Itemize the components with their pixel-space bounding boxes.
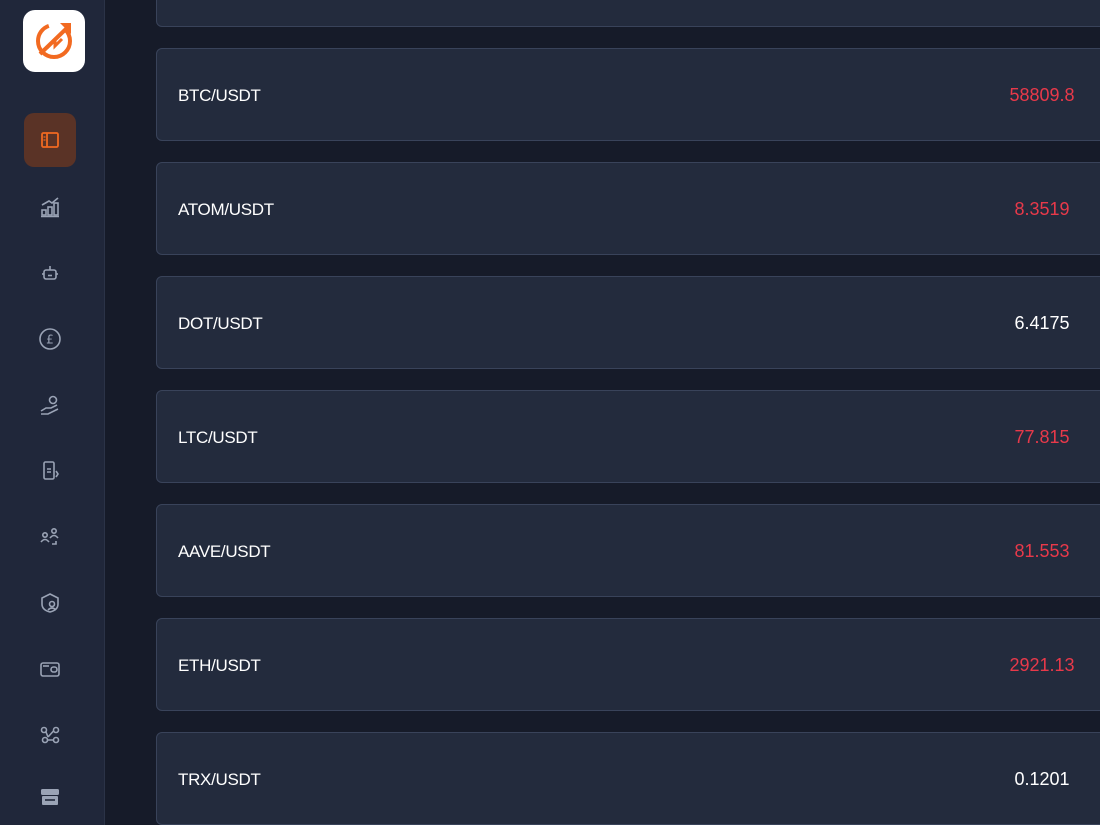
market-row[interactable]: LTC/USDT 77.815: [156, 390, 1100, 483]
shield-user-icon: [41, 593, 59, 613]
hand-coin-icon: [40, 395, 59, 415]
pair-price: 6.4175: [1014, 313, 1070, 333]
pair-symbol: ETH/USDT: [178, 656, 261, 675]
sidebar: £: [0, 0, 105, 825]
nav-dashboard[interactable]: [24, 113, 76, 167]
pair-price: 77.815: [1014, 427, 1070, 447]
pair-symbol: AAVE/USDT: [178, 542, 271, 561]
market-row-partial[interactable]: [156, 0, 1100, 27]
store-icon: [41, 789, 59, 805]
nav-network[interactable]: [24, 708, 76, 762]
robot-icon: [42, 266, 58, 280]
phone-transfer-icon: [43, 461, 59, 480]
users-exchange-icon: [40, 528, 59, 545]
pair-symbol: BTC/USDT: [178, 86, 261, 105]
market-list: BTC/USDT 58809.8 ATOM/USDT 8.3519 DOT/US…: [106, 0, 1100, 825]
nav-finance[interactable]: £: [24, 312, 76, 366]
market-row[interactable]: BTC/USDT 58809.8: [156, 48, 1100, 141]
pair-symbol: TRX/USDT: [178, 770, 261, 789]
pair-price: 2921.13: [1009, 655, 1075, 675]
pair-symbol: LTC/USDT: [178, 428, 258, 447]
nav-staking[interactable]: [24, 378, 76, 432]
market-row[interactable]: ATOM/USDT 8.3519: [156, 162, 1100, 255]
nav-wallet[interactable]: [24, 642, 76, 696]
wallet-icon: [40, 662, 60, 677]
nav-store[interactable]: [24, 770, 76, 824]
market-row[interactable]: DOT/USDT 6.4175: [156, 276, 1100, 369]
nav-transfer[interactable]: [24, 444, 76, 498]
pair-price: 81.553: [1014, 541, 1070, 561]
pound-coin-icon: £: [39, 328, 61, 350]
pair-symbol: DOT/USDT: [178, 314, 263, 333]
nav-referral[interactable]: [24, 510, 76, 564]
nav-markets[interactable]: [24, 180, 76, 234]
network-nodes-icon: [40, 726, 60, 744]
nav-security[interactable]: [24, 576, 76, 630]
svg-text:£: £: [46, 333, 54, 347]
chart-bars-icon: [41, 197, 59, 218]
trade-logo-icon[interactable]: [23, 10, 85, 72]
market-row[interactable]: ETH/USDT 2921.13: [156, 618, 1100, 711]
sidebar-panel-icon: [41, 132, 59, 148]
market-row[interactable]: AAVE/USDT 81.553: [156, 504, 1100, 597]
pair-price: 0.1201: [1014, 769, 1070, 789]
nav-bots[interactable]: [24, 246, 76, 300]
market-row[interactable]: TRX/USDT 0.1201: [156, 732, 1100, 825]
pair-price: 58809.8: [1009, 85, 1075, 105]
pair-symbol: ATOM/USDT: [178, 200, 274, 219]
pair-price: 8.3519: [1014, 199, 1070, 219]
